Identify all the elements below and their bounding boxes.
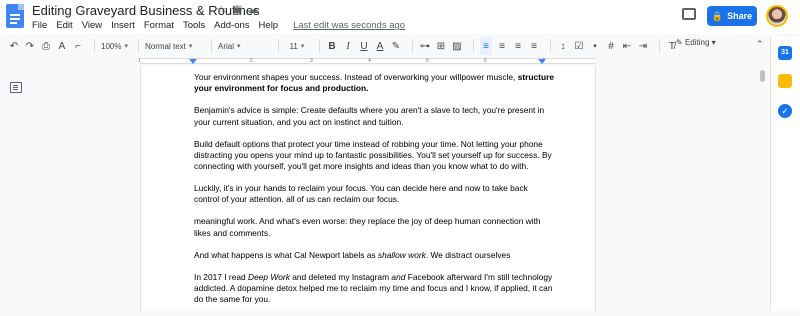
increase-indent-icon[interactable]: ⇥	[637, 37, 649, 55]
right-indent-marker[interactable]	[538, 59, 546, 64]
text-run: . We distract ourselves	[425, 249, 511, 260]
docs-logo-icon[interactable]	[6, 4, 24, 28]
calendar-icon[interactable]: 31	[778, 46, 792, 60]
ruler-number: 1	[138, 58, 141, 64]
paragraph[interactable]: meaningful work. And what's even worse: …	[194, 216, 554, 239]
font-size-value: 11	[289, 41, 298, 51]
paragraph[interactable]: In 2017 I read Deep Work and deleted my …	[194, 272, 554, 306]
star-icon[interactable]: ☆	[216, 3, 226, 16]
justify-icon[interactable]: ≡	[528, 37, 540, 55]
comment-history-icon[interactable]	[682, 8, 696, 20]
menu-format[interactable]: Format	[144, 20, 174, 31]
decrease-indent-icon[interactable]: ⇤	[621, 37, 633, 55]
font-select[interactable]: Arial	[218, 37, 268, 55]
text-color-button[interactable]: A	[374, 37, 386, 55]
checklist-icon[interactable]: ☑	[573, 37, 585, 55]
document-body[interactable]: Your environment shapes your success. In…	[194, 72, 554, 316]
line-spacing-icon[interactable]: ↕	[557, 37, 569, 55]
header: Editing Graveyard Business & Routines ☆ …	[0, 0, 800, 34]
text-run: and deleted my Instagram	[289, 271, 392, 282]
left-indent-marker[interactable]	[189, 59, 197, 64]
text-run: In 2017 I read	[194, 271, 249, 282]
underline-button[interactable]: U	[358, 37, 370, 55]
menu-help[interactable]: Help	[259, 20, 279, 31]
ruler-bar: 1 1 2 3 4 5 6 7	[138, 58, 596, 64]
numbered-list-icon[interactable]: #	[605, 37, 617, 55]
paint-format-icon[interactable]: ⌐	[72, 37, 84, 55]
redo-icon[interactable]: ↷	[24, 37, 36, 55]
zoom-value: 100%	[101, 41, 122, 51]
last-edit-link[interactable]: Last edit was seconds ago	[293, 20, 405, 31]
print-icon[interactable]: ⎙	[40, 37, 52, 55]
paragraph[interactable]: Benjamin's advice is simple: Create defa…	[194, 105, 554, 128]
paragraph[interactable]: Your environment shapes your success. In…	[194, 72, 554, 95]
menu-edit[interactable]: Edit	[56, 20, 72, 31]
ruler-number: 2	[250, 58, 253, 64]
text-run-italic: Deep Work	[248, 271, 290, 282]
align-center-icon[interactable]: ≡	[496, 37, 508, 55]
ruler-number: 4	[368, 58, 371, 64]
collapse-icon[interactable]: ⌃	[756, 39, 764, 50]
insert-image-icon[interactable]: ▨	[451, 37, 463, 55]
menu-view[interactable]: View	[82, 20, 102, 31]
ruler-number: 6	[484, 58, 487, 64]
style-select[interactable]: Normal text	[145, 37, 201, 55]
menu-insert[interactable]: Insert	[111, 20, 135, 31]
highlight-icon[interactable]: ✎	[390, 37, 402, 55]
document-page[interactable]: Your environment shapes your success. In…	[140, 66, 596, 311]
pencil-icon: ✎	[676, 38, 685, 47]
paragraph[interactable]: And what happens is what Cal Newport lab…	[194, 250, 554, 261]
add-comment-icon[interactable]: ⊞	[435, 37, 447, 55]
text-run-italic: shallow work	[377, 249, 426, 260]
text-run: Your environment shapes your success. In…	[194, 72, 518, 82]
text-run: meaningful work. And what's even worse: …	[194, 216, 541, 238]
tasks-icon[interactable]: ✓	[778, 104, 792, 118]
bold-button[interactable]: B	[326, 37, 338, 55]
align-left-icon[interactable]: ≡	[479, 37, 492, 55]
ruler-number: 3	[310, 58, 313, 64]
share-button[interactable]: 🔒 Share	[707, 6, 757, 26]
lock-icon: 🔒	[711, 10, 724, 21]
side-panel: 31 ✓	[770, 36, 800, 311]
paragraph[interactable]: Luckily, it's in your hands to reclaim y…	[194, 183, 554, 206]
italic-button[interactable]: I	[342, 37, 354, 55]
font-size-select[interactable]: 11	[285, 37, 309, 55]
text-run: And what happens is what Cal Newport lab…	[194, 249, 378, 260]
align-right-icon[interactable]: ≡	[512, 37, 524, 55]
folder-move-icon[interactable]: ▣	[232, 3, 242, 16]
zoom-select[interactable]: 100%	[101, 37, 128, 55]
link-icon[interactable]: ⊶	[419, 37, 431, 55]
bulleted-list-icon[interactable]: •	[589, 37, 601, 55]
text-run: Benjamin's advice is simple: Create defa…	[194, 105, 545, 127]
menu-bar: File Edit View Insert Format Tools Add-o…	[32, 20, 405, 31]
menu-file[interactable]: File	[32, 20, 47, 31]
style-value: Normal text	[144, 41, 186, 51]
toolbar: ↶ ↷ ⎙ A ⌐ 100% Normal text Arial 11 B I …	[0, 36, 770, 56]
title-actions: ☆ ▣ ☁	[216, 3, 259, 16]
ruler-number: 5	[426, 58, 429, 64]
document-outline-icon[interactable]	[10, 82, 22, 93]
mode-label: Editing	[684, 38, 710, 47]
share-label: Share	[727, 11, 753, 21]
text-run-italic: and	[391, 271, 406, 282]
menu-tools[interactable]: Tools	[183, 20, 205, 31]
spellcheck-icon[interactable]: A	[56, 37, 68, 55]
font-value: Arial	[217, 41, 234, 51]
mode-select[interactable]: ✎ Editing ▾	[676, 38, 716, 47]
undo-icon[interactable]: ↶	[8, 37, 20, 55]
menu-add-ons[interactable]: Add-ons	[214, 20, 249, 31]
paragraph[interactable]: Build default options that protect your …	[194, 139, 554, 173]
vertical-scrollbar[interactable]	[760, 70, 765, 82]
keep-icon[interactable]	[778, 74, 792, 88]
text-run: Build default options that protect your …	[194, 138, 552, 172]
cloud-status-icon[interactable]: ☁	[248, 3, 259, 16]
text-run: Luckily, it's in your hands to reclaim y…	[194, 183, 528, 205]
ruler: 1 1 2 3 4 5 6 7	[0, 56, 770, 66]
avatar[interactable]	[766, 5, 788, 27]
